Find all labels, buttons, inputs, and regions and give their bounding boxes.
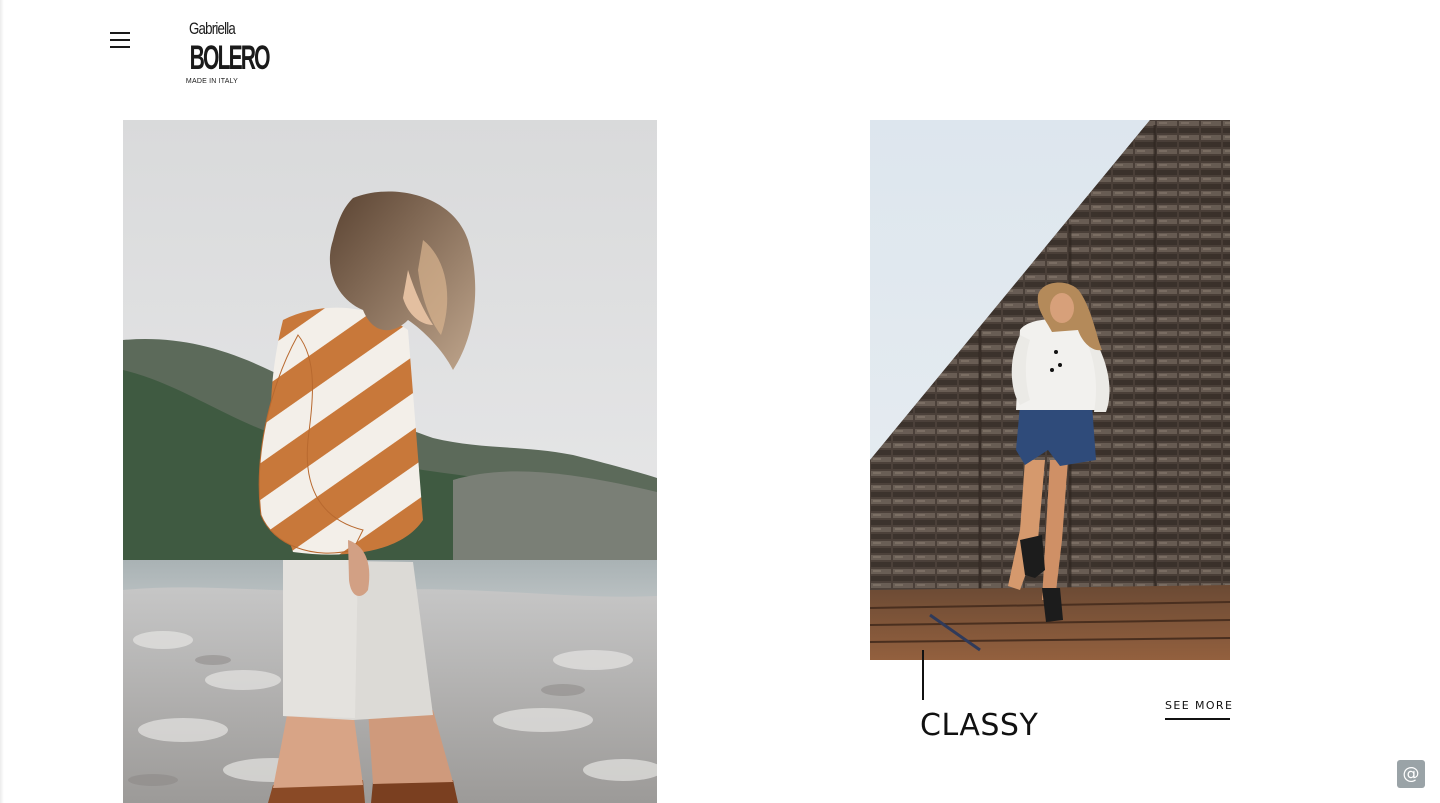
see-more-link[interactable]: SEE MORE	[1165, 699, 1232, 720]
gallery-photo-classy[interactable]	[870, 120, 1230, 660]
gallery-photo-sweater[interactable]	[123, 120, 657, 803]
caption-divider	[922, 650, 924, 700]
at-sign-glyph: @	[1403, 764, 1420, 784]
menu-line	[110, 46, 130, 48]
menu-line	[110, 39, 130, 41]
page-edge-shadow	[0, 0, 4, 803]
collection-title: CLASSY	[920, 708, 1039, 743]
contact-button[interactable]: @	[1397, 760, 1425, 788]
photo-classy-illustration	[870, 120, 1230, 660]
photo-sweater-illustration	[123, 120, 657, 803]
brand-logo[interactable]: Gabriella BOLERO MADE IN ITALY	[176, 16, 271, 102]
logo-brand-text: BOLERO	[189, 39, 271, 77]
logo-tagline: MADE IN ITALY	[185, 78, 239, 85]
page: Gabriella BOLERO MADE IN ITALY CLASSY SE…	[0, 0, 1440, 803]
hamburger-icon[interactable]	[104, 26, 136, 54]
at-sign-icon: @	[1403, 764, 1420, 784]
logo-script-text: Gabriella	[188, 19, 236, 38]
menu-line	[110, 32, 130, 34]
